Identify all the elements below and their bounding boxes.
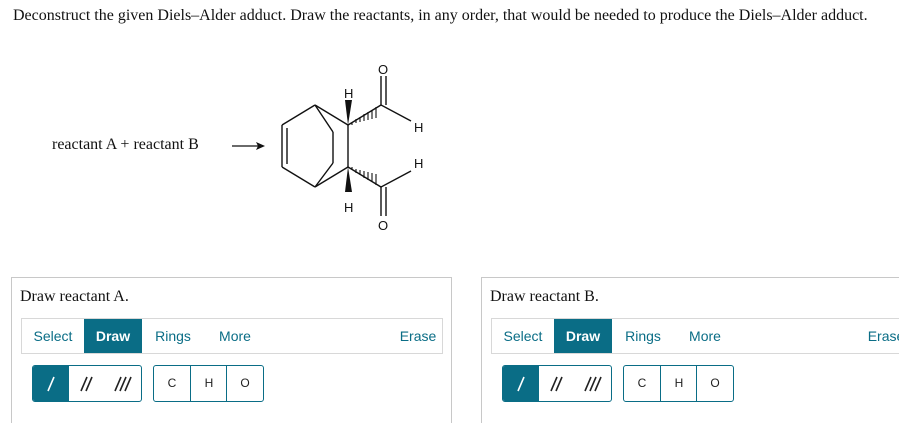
more-button[interactable]: More [206, 319, 264, 353]
bond-tools [32, 365, 142, 402]
h-label-top: H [344, 86, 353, 101]
rings-button[interactable]: Rings [144, 319, 202, 353]
atom-o-button[interactable]: O [226, 366, 263, 401]
atom-tools: C H O [153, 365, 264, 402]
select-button[interactable]: Select [22, 319, 84, 353]
reaction-equation: reactant A + reactant B [52, 136, 199, 153]
rings-button[interactable]: Rings [614, 319, 672, 353]
panel-a-title: Draw reactant A. [20, 288, 129, 305]
draw-button[interactable]: Draw [84, 319, 142, 353]
double-bond-icon[interactable] [69, 366, 105, 401]
draw-panel-a[interactable]: Draw reactant A. Select Draw Rings More … [11, 277, 452, 423]
triple-bond-icon[interactable] [575, 366, 611, 401]
triple-bond-icon[interactable] [105, 366, 141, 401]
erase-button[interactable]: Erase [864, 319, 899, 353]
diels-alder-adduct: H H H H O O [281, 62, 423, 233]
h-aldehyde-bottom: H [414, 156, 423, 171]
h-aldehyde-top: H [414, 120, 423, 135]
atom-tools: C H O [623, 365, 734, 402]
atom-c-button[interactable]: C [624, 366, 660, 401]
more-button[interactable]: More [676, 319, 734, 353]
toolbar-b: Select Draw Rings More Erase [491, 318, 899, 354]
single-bond-icon[interactable] [33, 366, 69, 401]
draw-button[interactable]: Draw [554, 319, 612, 353]
h-label-bottom: H [344, 200, 353, 215]
atom-o-button[interactable]: O [696, 366, 733, 401]
panel-b-title: Draw reactant B. [490, 288, 599, 305]
bond-tools [502, 365, 612, 402]
o-label-top: O [378, 62, 388, 77]
draw-panel-b[interactable]: Draw reactant B. Select Draw Rings More … [481, 277, 899, 423]
question-text: Deconstruct the given Diels–Alder adduct… [13, 7, 868, 24]
reaction-arrow-icon [232, 142, 265, 150]
atom-c-button[interactable]: C [154, 366, 190, 401]
single-bond-icon[interactable] [503, 366, 539, 401]
erase-button[interactable]: Erase [396, 319, 440, 353]
toolbar-a: Select Draw Rings More Erase [21, 318, 443, 354]
atom-h-button[interactable]: H [660, 366, 697, 401]
select-button[interactable]: Select [492, 319, 554, 353]
atom-h-button[interactable]: H [190, 366, 227, 401]
double-bond-icon[interactable] [539, 366, 575, 401]
o-label-bottom: O [378, 218, 388, 233]
